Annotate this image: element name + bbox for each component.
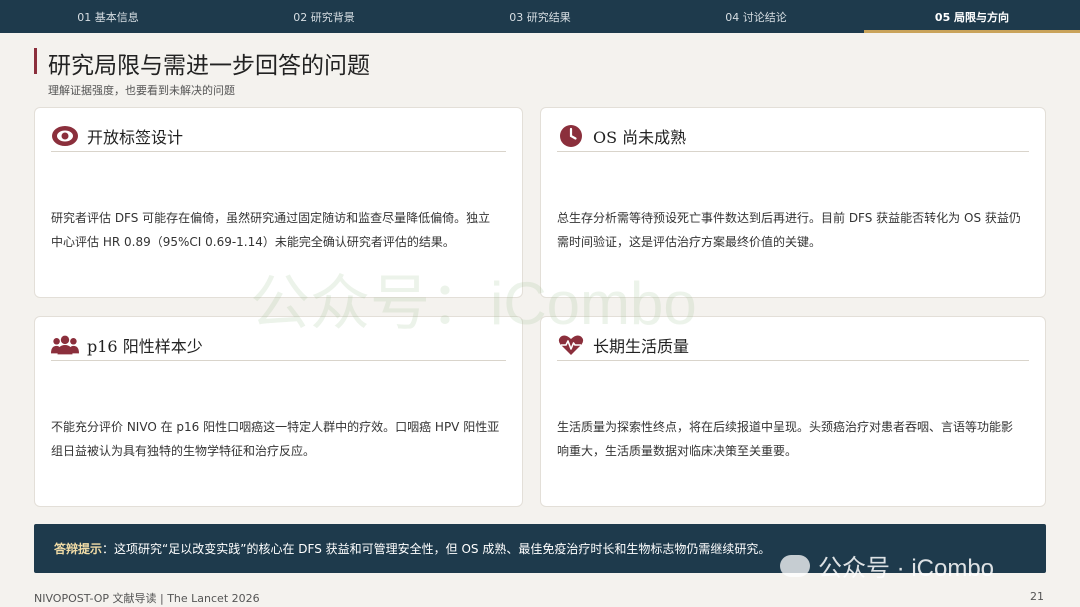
tab-background[interactable]: 02 研究背景 xyxy=(216,0,432,33)
banner-text: ：这项研究“足以改变实践”的核心在 DFS 获益和可管理安全性，但 OS 成熟、… xyxy=(102,542,771,556)
page-subtitle: 理解证据强度，也要看到未解决的问题 xyxy=(48,84,235,97)
tab-results[interactable]: 03 研究结果 xyxy=(432,0,648,33)
page-title: 研究局限与需进一步回答的问题 xyxy=(48,53,370,79)
card-header: 开放标签设计 xyxy=(51,120,506,152)
card-title: OS 尚未成熟 xyxy=(593,127,687,147)
card-header: 长期生活质量 xyxy=(557,329,1029,361)
card-body: 研究者评估 DFS 可能存在偏倚，虽然研究通过固定随访和监查尽量降低偏倚。独立中… xyxy=(51,211,491,249)
defense-tip-banner: 答辩提示 ：这项研究“足以改变实践”的核心在 DFS 获益和可管理安全性，但 O… xyxy=(34,524,1046,573)
card-open-label: 开放标签设计 研究者评估 DFS 可能存在偏倚，虽然研究通过固定随访和监查尽量降… xyxy=(34,107,523,298)
tab-basic-info[interactable]: 01 基本信息 xyxy=(0,0,216,33)
heartbeat-icon xyxy=(557,333,585,357)
card-p16-small-sample: p16 阳性样本少 不能充分评价 NIVO 在 p16 阳性口咽癌这一特定人群中… xyxy=(34,316,523,507)
card-header: p16 阳性样本少 xyxy=(51,329,506,361)
card-body: 不能充分评价 NIVO 在 p16 阳性口咽癌这一特定人群中的疗效。口咽癌 HP… xyxy=(51,420,500,458)
card-title: 开放标签设计 xyxy=(87,127,184,147)
card-body: 生活质量为探索性终点，将在后续报道中呈现。头颈癌治疗对患者吞咽、言语等功能影响重… xyxy=(557,420,1014,458)
tab-limitations[interactable]: 05 局限与方向 xyxy=(864,0,1080,33)
banner-label: 答辩提示 xyxy=(54,542,103,556)
tab-discussion[interactable]: 04 讨论结论 xyxy=(648,0,864,33)
clock-icon xyxy=(557,124,585,148)
card-body: 总生存分析需等待预设死亡事件数达到后再进行。目前 DFS 获益能否转化为 OS … xyxy=(557,211,1021,249)
footer-source: NIVOPOST-OP 文献导读 | The Lancet 2026 xyxy=(34,592,260,605)
users-icon xyxy=(51,333,79,357)
eye-icon xyxy=(51,124,79,148)
top-nav: 01 基本信息 02 研究背景 03 研究结果 04 讨论结论 05 局限与方向 xyxy=(0,0,1080,33)
card-title: p16 阳性样本少 xyxy=(87,336,203,356)
card-title: 长期生活质量 xyxy=(593,336,690,356)
title-accent-bar xyxy=(34,48,37,74)
card-os-immature: OS 尚未成熟 总生存分析需等待预设死亡事件数达到后再进行。目前 DFS 获益能… xyxy=(540,107,1046,298)
card-long-term-qol: 长期生活质量 生活质量为探索性终点，将在后续报道中呈现。头颈癌治疗对患者吞咽、言… xyxy=(540,316,1046,507)
page-number: 21 xyxy=(1030,590,1044,603)
card-header: OS 尚未成熟 xyxy=(557,120,1029,152)
